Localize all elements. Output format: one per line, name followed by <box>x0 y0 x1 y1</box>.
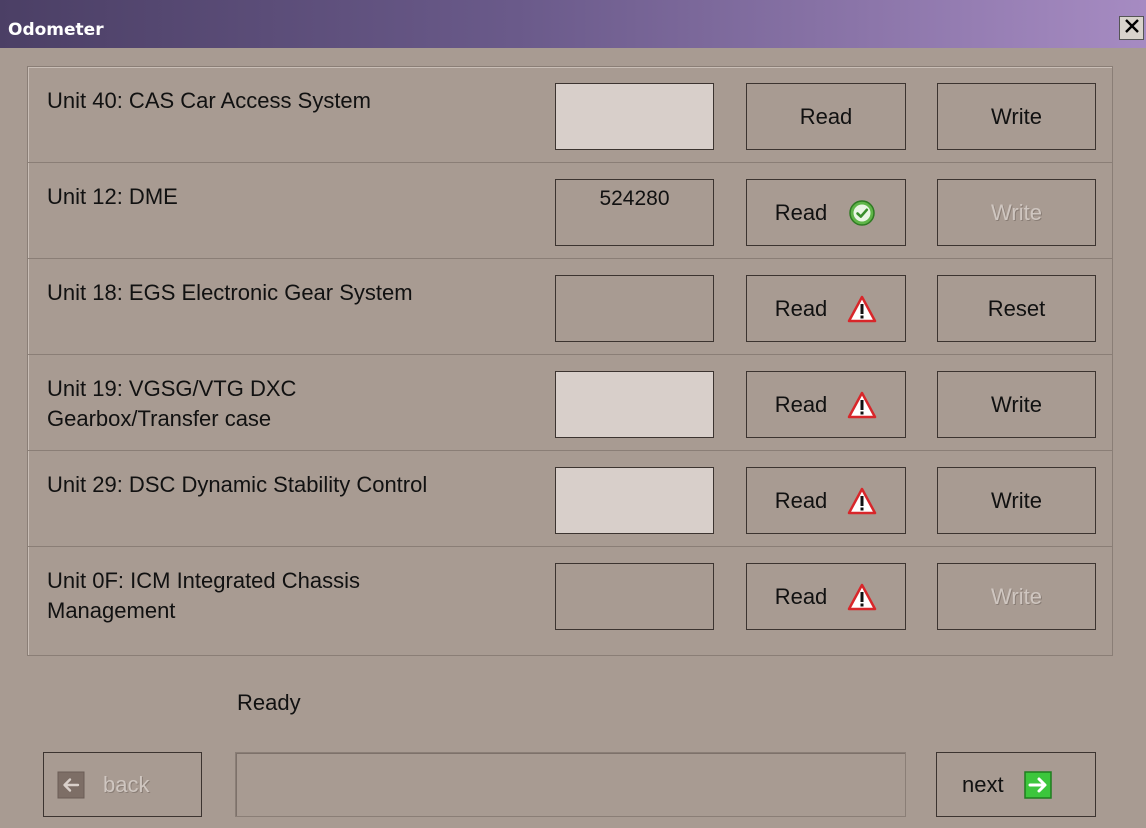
read-button-label: Read <box>774 295 828 321</box>
title-bar: Odometer <box>0 0 1146 48</box>
window-title: Odometer <box>8 20 104 40</box>
unit-label: Unit 19: VGSG/VTG DXC Gearbox/Transfer c… <box>47 376 297 431</box>
unit-label: Unit 29: DSC Dynamic Stability Control <box>47 472 428 497</box>
status-text: Ready <box>237 690 301 715</box>
write-button-label: Write <box>991 583 1042 609</box>
close-button[interactable] <box>1119 16 1144 40</box>
read-button-label: Read <box>799 103 853 129</box>
arrow-left-icon <box>57 771 85 799</box>
unit-row: Unit 0F: ICM Integrated Chassis Manageme… <box>28 547 1112 643</box>
write-button-label: Write <box>991 199 1042 225</box>
read-button-label: Read <box>774 199 828 225</box>
unit-list-panel: Unit 40: CAS Car Access System Read Writ… <box>27 66 1113 656</box>
write-button[interactable]: Write <box>937 83 1096 150</box>
read-button[interactable]: Read <box>746 179 906 246</box>
success-check-icon <box>847 198 877 228</box>
write-button[interactable]: Write <box>937 467 1096 534</box>
next-button-label: next <box>962 771 1004 797</box>
progress-bar <box>235 752 906 817</box>
unit-row: Unit 29: DSC Dynamic Stability Control R… <box>28 451 1112 547</box>
odometer-value-field[interactable] <box>555 563 714 630</box>
odometer-value-field[interactable] <box>555 83 714 150</box>
read-button[interactable]: Read <box>746 371 906 438</box>
reset-button-label: Reset <box>987 295 1046 321</box>
close-icon <box>1124 18 1140 39</box>
warning-icon <box>847 582 877 612</box>
read-button-label: Read <box>774 583 828 609</box>
unit-label: Unit 12: DME <box>47 184 178 209</box>
unit-row: Unit 40: CAS Car Access System Read Writ… <box>28 67 1112 163</box>
read-button[interactable]: Read <box>746 467 906 534</box>
warning-icon <box>847 486 877 516</box>
read-button[interactable]: Read <box>746 275 906 342</box>
back-button: back <box>43 752 202 817</box>
read-button[interactable]: Read <box>746 83 906 150</box>
unit-label: Unit 40: CAS Car Access System <box>47 88 371 113</box>
unit-row: Unit 19: VGSG/VTG DXC Gearbox/Transfer c… <box>28 355 1112 451</box>
unit-row: Unit 12: DME 524280 Read Write <box>28 163 1112 259</box>
reset-button[interactable]: Reset <box>937 275 1096 342</box>
read-button[interactable]: Read <box>746 563 906 630</box>
warning-icon <box>847 390 877 420</box>
read-button-label: Read <box>774 391 828 417</box>
unit-row: Unit 18: EGS Electronic Gear System Read… <box>28 259 1112 355</box>
write-button-label: Write <box>991 391 1042 417</box>
write-button: Write <box>937 179 1096 246</box>
next-button[interactable]: next <box>936 752 1096 817</box>
write-button[interactable]: Write <box>937 371 1096 438</box>
odometer-value-field[interactable]: 524280 <box>555 179 714 246</box>
back-button-label: back <box>103 771 150 797</box>
odometer-value-field[interactable] <box>555 371 714 438</box>
write-button: Write <box>937 563 1096 630</box>
odometer-value-field[interactable] <box>555 467 714 534</box>
unit-label: Unit 0F: ICM Integrated Chassis Manageme… <box>47 568 361 623</box>
write-button-label: Write <box>991 487 1042 513</box>
odometer-value-field[interactable] <box>555 275 714 342</box>
unit-label: Unit 18: EGS Electronic Gear System <box>47 280 413 305</box>
write-button-label: Write <box>991 103 1042 129</box>
warning-icon <box>847 294 877 324</box>
read-button-label: Read <box>774 487 828 513</box>
arrow-right-icon <box>1023 770 1052 799</box>
